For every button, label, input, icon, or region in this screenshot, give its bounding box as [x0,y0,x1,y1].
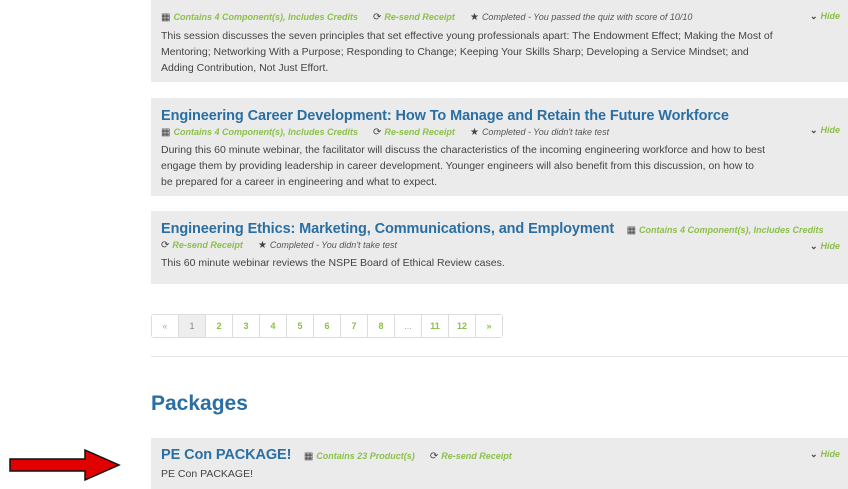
course-meta-inline: ▦ Contains 4 Component(s), Includes Credi… [626,225,824,236]
completion-status: Completed - You didn't take test [481,127,610,137]
red-arrow-icon [9,448,121,482]
page-button-current[interactable]: 1 [179,315,206,337]
page-ellipsis: ... [395,315,422,337]
course-title-link[interactable]: Engineering Career Development: How To M… [161,108,729,124]
section-divider [151,356,848,357]
course-description: This 60 minute webinar reviews the NSPE … [161,255,838,271]
resend-receipt-link[interactable]: Re-send Receipt [384,12,455,22]
course-description: This session discusses the seven princip… [161,28,838,76]
hide-label: Hide [820,11,840,21]
list-icon: ▦ [161,12,171,23]
course-item: ▦ Contains 4 Component(s), Includes Credi… [151,0,848,82]
hide-label: Hide [820,241,840,251]
course-item: Engineering Career Development: How To M… [151,98,848,196]
hide-toggle[interactable]: ⌄ Hide [810,11,840,22]
chevron-down-icon: ⌄ [809,449,818,459]
page-button[interactable]: 3 [233,315,260,337]
refresh-icon: ⟳ [161,240,170,251]
description-line: Adding Contribution, Not Just Effort. [161,62,329,74]
resend-receipt-link[interactable]: Re-send Receipt [384,127,455,137]
hide-toggle[interactable]: ⌄ Hide [810,125,840,136]
page-button[interactable]: 6 [314,315,341,337]
page-button[interactable]: 12 [449,315,476,337]
course-description: During this 60 minute webinar, the facil… [161,142,838,190]
list-icon: ▦ [303,451,314,462]
description-line: Mentoring; Networking With a Purpose; Re… [161,46,749,58]
resend-receipt-link[interactable]: Re-send Receipt [172,240,243,250]
course-meta: ⟳ Re-send Receipt ★ Completed - You didn't… [161,238,838,253]
completion-status: Completed - You didn't take test [269,240,398,250]
pagination: « 1 2 3 4 5 6 7 8 ... 11 12 » [151,314,503,338]
refresh-icon: ⟳ [429,451,439,462]
description-line: This 60 minute webinar reviews the NSPE … [161,257,505,269]
page-button[interactable]: 2 [206,315,233,337]
star-icon: ★ [469,127,479,138]
description-line: be prepared for a career in engineering … [161,176,438,188]
chevron-down-icon: ⌄ [809,241,818,251]
description-line: engage them by providing leadership in c… [161,160,755,172]
package-title-link[interactable]: PE Con PACKAGE! [161,447,291,463]
package-meta: ▦ Contains 23 Product(s) ⟳ Re-send Receipt [303,451,512,462]
page-next-button[interactable]: » [476,315,502,337]
star-icon: ★ [257,240,267,251]
completion-status: Completed - You passed the quiz with sco… [481,12,693,22]
refresh-icon: ⟳ [373,127,382,138]
course-item: Engineering Ethics: Marketing, Communica… [151,211,848,284]
hide-toggle[interactable]: ⌄ Hide [810,449,840,460]
components-link[interactable]: Contains 4 Component(s), Includes Credit… [173,12,358,22]
hide-label: Hide [820,449,840,459]
star-icon: ★ [469,12,479,23]
page-prev-button[interactable]: « [152,315,179,337]
components-link[interactable]: Contains 4 Component(s), Includes Credit… [639,225,824,235]
package-description: PE Con PACKAGE! [161,468,254,480]
resend-receipt-link[interactable]: Re-send Receipt [441,451,512,461]
list-icon: ▦ [161,127,171,138]
list-icon: ▦ [626,225,637,236]
chevron-down-icon: ⌄ [809,11,818,21]
course-title-link[interactable]: Engineering Ethics: Marketing, Communica… [161,221,614,237]
page-button[interactable]: 7 [341,315,368,337]
chevron-down-icon: ⌄ [809,125,818,135]
course-meta: ▦ Contains 4 Component(s), Includes Credi… [161,0,838,25]
page-button[interactable]: 11 [422,315,449,337]
course-meta: ▦ Contains 4 Component(s), Includes Credi… [161,125,838,140]
packages-heading: Packages [151,392,248,415]
hide-toggle[interactable]: ⌄ Hide [810,241,840,252]
page-button[interactable]: 8 [368,315,395,337]
description-line: During this 60 minute webinar, the facil… [161,144,766,156]
package-item: PE Con PACKAGE! ▦ Contains 23 Product(s) … [151,438,848,489]
description-line: This session discusses the seven princip… [161,30,773,42]
components-link[interactable]: Contains 4 Component(s), Includes Credit… [173,127,358,137]
page-button[interactable]: 5 [287,315,314,337]
refresh-icon: ⟳ [373,12,382,23]
products-link[interactable]: Contains 23 Product(s) [316,451,415,461]
hide-label: Hide [820,125,840,135]
page-button[interactable]: 4 [260,315,287,337]
